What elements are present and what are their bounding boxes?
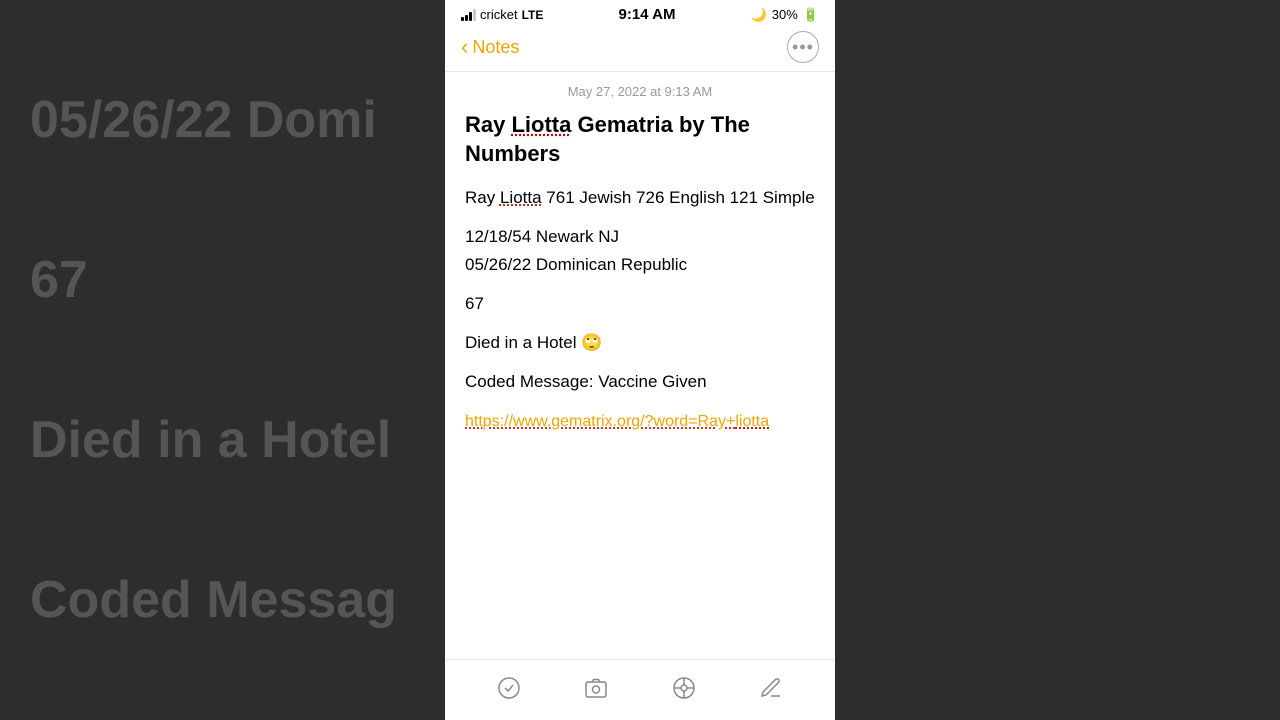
- body-death: 05/26/22 Dominican Republic: [465, 255, 687, 274]
- signal-bars: [461, 9, 476, 21]
- note-content: May 27, 2022 at 9:13 AM Ray Liotta Gemat…: [445, 72, 835, 659]
- title-ray: Ray: [465, 112, 511, 137]
- phone-frame: cricket LTE 9:14 AM 🌙 30% 🔋 ‹ Notes ••• …: [445, 0, 835, 720]
- chevron-left-icon: ‹: [461, 34, 468, 60]
- compose-button[interactable]: [753, 670, 789, 706]
- location-icon: [672, 676, 696, 700]
- checklist-icon: [497, 676, 521, 700]
- body-coded-line: Coded Message: Vaccine Given: [465, 368, 815, 395]
- signal-bar-2: [465, 15, 468, 21]
- body-hotel-line: Died in a Hotel 🙄: [465, 329, 815, 356]
- more-icon: •••: [792, 38, 814, 56]
- status-right: 🌙 30% 🔋: [751, 7, 819, 23]
- nav-bar: ‹ Notes •••: [445, 27, 835, 72]
- body-age-line: 67: [465, 290, 815, 317]
- note-body: Ray Liotta 761 Jewish 726 English 121 Si…: [465, 184, 815, 435]
- battery-percent: 30%: [772, 7, 798, 22]
- body-link-line: https://www.gematrix.org/?word=Ray+liott…: [465, 407, 815, 435]
- status-bar: cricket LTE 9:14 AM 🌙 30% 🔋: [445, 0, 835, 27]
- status-left: cricket LTE: [461, 7, 543, 22]
- body-birth: 12/18/54 Newark NJ: [465, 227, 619, 246]
- bg-line-1: 05/26/22 Domi: [30, 90, 410, 150]
- network-label: LTE: [522, 8, 544, 22]
- gematrix-link[interactable]: https://www.gematrix.org/?word=Ray+liott…: [465, 413, 769, 430]
- signal-bar-1: [461, 17, 464, 21]
- back-button[interactable]: ‹ Notes: [461, 34, 519, 60]
- body-liotta-underline: Liotta: [500, 188, 542, 207]
- bottom-toolbar: [445, 659, 835, 720]
- bg-line-3: Died in a Hotel: [30, 410, 410, 470]
- note-timestamp: May 27, 2022 at 9:13 AM: [465, 84, 815, 99]
- link-text-underline: liotta: [735, 413, 769, 430]
- bg-line-2: 67: [30, 250, 410, 310]
- signal-bar-3: [469, 12, 472, 21]
- checklist-button[interactable]: [491, 670, 527, 706]
- background-text-panel: 05/26/22 Domi 67 Died in a Hotel Coded M…: [0, 0, 440, 720]
- body-gematria-line: Ray Liotta 761 Jewish 726 English 121 Si…: [465, 184, 815, 211]
- signal-bar-4: [473, 9, 476, 21]
- more-button[interactable]: •••: [787, 31, 819, 63]
- carrier-label: cricket: [480, 7, 518, 22]
- location-button[interactable]: [666, 670, 702, 706]
- camera-icon: [584, 676, 608, 700]
- bg-line-4: Coded Messag: [30, 570, 410, 630]
- note-title: Ray Liotta Gematria by The Numbers: [465, 111, 815, 168]
- compose-icon: [759, 676, 783, 700]
- body-birth-line: 12/18/54 Newark NJ 05/26/22 Dominican Re…: [465, 223, 815, 277]
- back-label: Notes: [472, 37, 519, 58]
- time-display: 9:14 AM: [618, 6, 675, 23]
- camera-button[interactable]: [578, 670, 614, 706]
- title-liotta: Liotta: [511, 112, 571, 137]
- battery-icon: 🔋: [803, 7, 819, 23]
- moon-icon: 🌙: [751, 7, 767, 23]
- link-text-start: https://www.gematrix.org/?word=Ray+: [465, 413, 735, 430]
